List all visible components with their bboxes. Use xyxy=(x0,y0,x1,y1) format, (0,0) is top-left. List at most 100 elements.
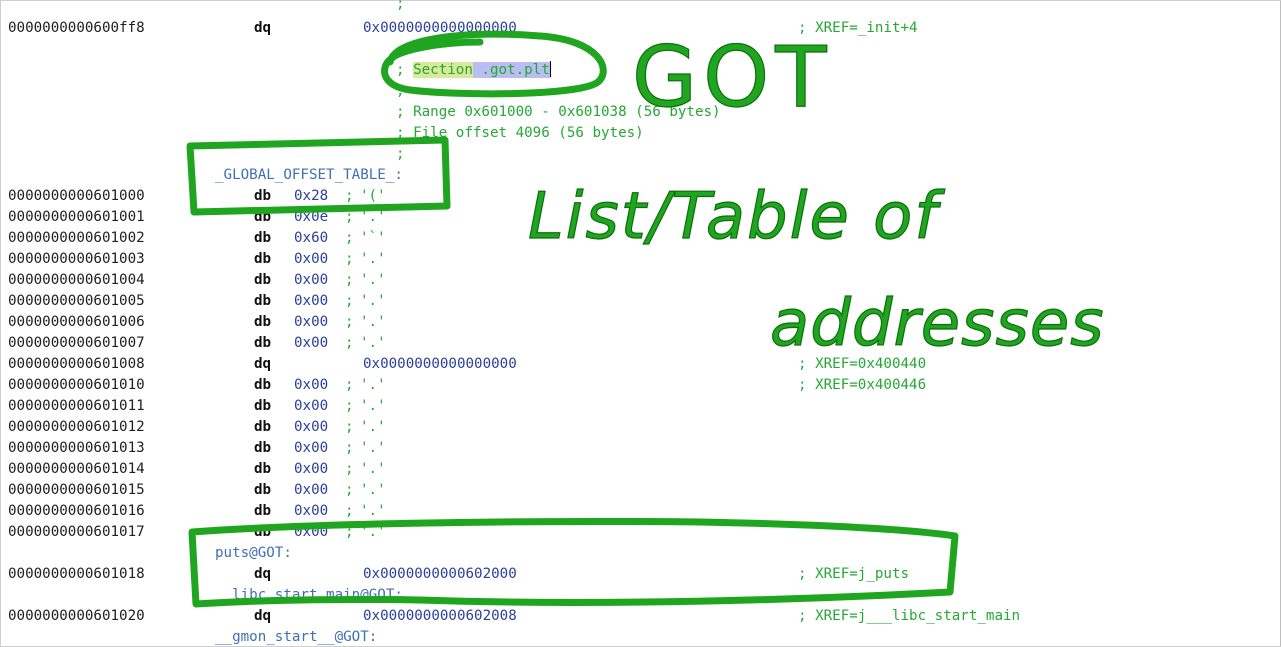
operand[interactable]: 0x0000000000602000 xyxy=(363,564,517,584)
operand[interactable]: 0x00 xyxy=(294,312,328,332)
operand[interactable]: 0x0000000000000000 xyxy=(363,354,517,374)
comment-line: ; xyxy=(396,83,405,99)
file-offset-comment: ; File offset 4096 (56 bytes) xyxy=(396,125,644,141)
address[interactable]: 0000000000601016 xyxy=(8,501,145,521)
char-literal: '.' xyxy=(360,272,386,288)
xref-comment[interactable]: ; XREF=0x400440 xyxy=(798,354,926,374)
mnemonic: dq xyxy=(254,356,272,372)
operand[interactable]: 0x0e xyxy=(294,207,328,227)
operand[interactable]: 0x0000000000000000 xyxy=(363,18,517,38)
char-literal: '.' xyxy=(360,209,386,225)
xref-comment[interactable]: ; XREF=0x400446 xyxy=(798,375,926,395)
mnemonic: db xyxy=(254,377,272,393)
operand[interactable]: 0x00 xyxy=(294,333,328,353)
operand[interactable]: 0x0000000000602008 xyxy=(363,606,517,626)
address[interactable]: 0000000000601007 xyxy=(8,333,145,353)
address[interactable]: 0000000000601011 xyxy=(8,396,145,416)
operand[interactable]: 0x00 xyxy=(294,480,328,500)
address[interactable]: 0000000000601001 xyxy=(8,207,145,227)
section-keyword: Section xyxy=(413,62,473,78)
address[interactable]: 0000000000601008 xyxy=(8,354,145,374)
char-literal: '.' xyxy=(360,461,386,477)
xref-comment[interactable]: ; XREF=j___libc_start_main xyxy=(798,606,1020,626)
puts-got-label[interactable]: puts@GOT: xyxy=(215,543,292,563)
address[interactable]: 0000000000601013 xyxy=(8,438,145,458)
address[interactable]: 0000000000601020 xyxy=(8,606,145,626)
char-literal: '.' xyxy=(360,314,386,330)
mnemonic: db xyxy=(254,503,272,519)
section-name: .got.plt xyxy=(472,62,550,78)
char-literal: '.' xyxy=(360,377,386,393)
gmon-start-got-label[interactable]: __gmon_start__@GOT: xyxy=(215,627,377,647)
address[interactable]: 0000000000601012 xyxy=(8,417,145,437)
char-literal: '.' xyxy=(360,398,386,414)
operand[interactable]: 0x00 xyxy=(294,417,328,437)
operand[interactable]: 0x00 xyxy=(294,522,328,542)
operand[interactable]: 0x60 xyxy=(294,228,328,248)
operand[interactable]: 0x00 xyxy=(294,396,328,416)
mnemonic: db xyxy=(254,230,272,246)
mnemonic: db xyxy=(254,524,272,540)
address[interactable]: 0000000000601004 xyxy=(8,270,145,290)
address[interactable]: 0000000000601000 xyxy=(8,186,145,206)
global-offset-table-label[interactable]: _GLOBAL_OFFSET_TABLE_: xyxy=(215,165,403,185)
comment-semicolon: ; xyxy=(345,251,354,267)
libc-start-main-got-label[interactable]: __libc_start_main@GOT: xyxy=(215,585,403,605)
address[interactable]: 0000000000601017 xyxy=(8,522,145,542)
char-literal: '.' xyxy=(360,524,386,540)
mnemonic: db xyxy=(254,251,272,267)
mnemonic: db xyxy=(254,188,272,204)
mnemonic: dq xyxy=(254,566,272,582)
xref-comment[interactable]: ; XREF=_init+4 xyxy=(798,18,918,38)
address[interactable]: 0000000000601014 xyxy=(8,459,145,479)
mnemonic: db xyxy=(254,398,272,414)
address[interactable]: 0000000000601003 xyxy=(8,249,145,269)
section-line[interactable]: ; Section .got.plt xyxy=(396,60,551,80)
mnemonic: db xyxy=(254,209,272,225)
address[interactable]: 0000000000601005 xyxy=(8,291,145,311)
mnemonic: db xyxy=(254,314,272,330)
text-caret xyxy=(549,61,551,77)
address[interactable]: 0000000000601006 xyxy=(8,312,145,332)
comment-semicolon: ; xyxy=(396,62,405,78)
comment-semicolon: ; xyxy=(345,419,354,435)
comment-semicolon: ; xyxy=(345,230,354,246)
comment-line: ; xyxy=(396,0,405,12)
char-literal: '`' xyxy=(360,230,386,246)
operand[interactable]: 0x00 xyxy=(294,375,328,395)
address[interactable]: 0000000000601010 xyxy=(8,375,145,395)
operand[interactable]: 0x00 xyxy=(294,291,328,311)
mnemonic: db xyxy=(254,440,272,456)
comment-semicolon: ; xyxy=(345,440,354,456)
comment-semicolon: ; xyxy=(345,482,354,498)
comment-line: ; xyxy=(396,146,405,162)
operand[interactable]: 0x00 xyxy=(294,438,328,458)
char-literal: '.' xyxy=(360,482,386,498)
operand[interactable]: 0x00 xyxy=(294,270,328,290)
operand[interactable]: 0x00 xyxy=(294,459,328,479)
operand[interactable]: 0x00 xyxy=(294,501,328,521)
mnemonic: db xyxy=(254,335,272,351)
range-comment: ; Range 0x601000 - 0x601038 (56 bytes) xyxy=(396,104,721,120)
char-literal: '.' xyxy=(360,335,386,351)
address[interactable]: 0000000000601002 xyxy=(8,228,145,248)
char-literal: '.' xyxy=(360,440,386,456)
comment-semicolon: ; xyxy=(345,524,354,540)
comment-semicolon: ; xyxy=(345,503,354,519)
mnemonic: db xyxy=(254,419,272,435)
mnemonic: dq xyxy=(254,608,272,624)
mnemonic: db xyxy=(254,272,272,288)
address[interactable]: 0000000000601015 xyxy=(8,480,145,500)
mnemonic: db xyxy=(254,461,272,477)
disassembly-view[interactable]: ; 0000000000600ff8 dq 0x0000000000000000… xyxy=(0,0,1281,647)
comment-semicolon: ; xyxy=(345,314,354,330)
mnemonic: db xyxy=(254,482,272,498)
address[interactable]: 0000000000600ff8 xyxy=(8,18,145,38)
comment-semicolon: ; xyxy=(345,188,354,204)
xref-comment[interactable]: ; XREF=j_puts xyxy=(798,564,909,584)
comment-semicolon: ; xyxy=(345,293,354,309)
operand[interactable]: 0x00 xyxy=(294,249,328,269)
operand[interactable]: 0x28 xyxy=(294,186,328,206)
comment-semicolon: ; xyxy=(345,335,354,351)
address[interactable]: 0000000000601018 xyxy=(8,564,145,584)
